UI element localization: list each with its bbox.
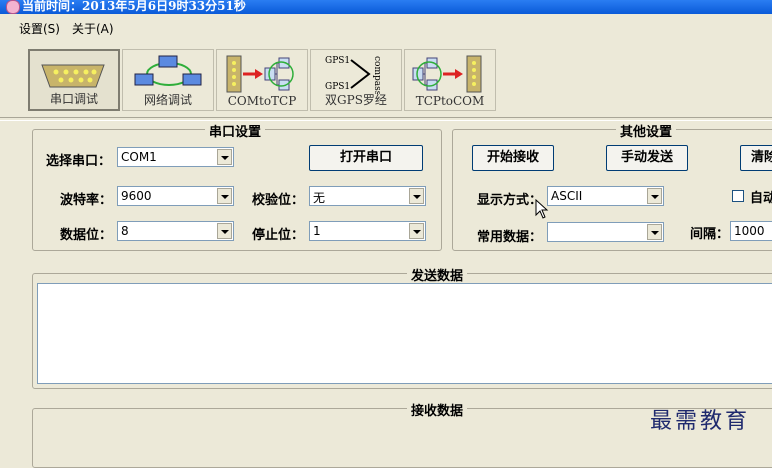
tab-label: TCPtoCOM [415,94,485,108]
tab-label: COMtoTCP [227,94,297,108]
gps1-top-text: GPS1 [325,56,350,66]
chevron-down-icon[interactable] [409,188,424,204]
databits-select[interactable]: 8 [117,221,234,241]
menu-about[interactable]: 关于(A) [72,20,114,37]
tab-label: 串口调试 [49,92,98,106]
databits-value: 8 [121,224,129,238]
stopbits-select[interactable]: 1 [309,221,426,241]
serial-port-icon [41,64,105,88]
display-mode-label: 显示方式： [477,193,543,208]
port-label: 选择串口： [46,154,112,169]
auto-label: 自动 [750,191,772,206]
send-textarea[interactable] [37,283,772,384]
tab-tcp-to-com[interactable]: TCPtoCOM [404,49,496,111]
clear-button[interactable]: 清除 [740,145,772,171]
window-title: 当前时间：2013年5月6日9时33分51秒 [22,0,246,13]
chevron-down-icon[interactable] [217,188,232,204]
parity-value: 无 [313,191,326,205]
display-mode-select[interactable]: ASCII [547,186,664,206]
tab-dual-gps-compass[interactable]: GPS1 GPS1 compass 双GPS罗经 [310,49,402,111]
send-data-title: 发送数据 [407,265,468,284]
chevron-down-icon[interactable] [647,188,662,204]
port-select[interactable]: COM1 [117,147,234,167]
tcp-to-com-icon [412,55,482,93]
interval-value: 1000 [734,224,765,238]
chevron-down-icon[interactable] [217,223,232,239]
manual-send-button[interactable]: 手动发送 [606,145,688,171]
auto-checkbox[interactable] [732,190,744,202]
menu-bar: 设置(S) 关于(A) [0,18,772,40]
receive-data-title: 接收数据 [407,400,468,419]
baud-value: 9600 [121,189,152,203]
tab-label: 双GPS罗经 [325,93,387,107]
baud-label: 波特率： [60,193,113,208]
stopbits-label: 停止位： [252,228,305,243]
chevron-down-icon[interactable] [647,224,662,240]
port-value: COM1 [121,150,157,164]
chevron-down-icon[interactable] [409,223,424,239]
chevron-down-icon[interactable] [217,149,232,165]
menu-settings[interactable]: 设置(S) [19,20,60,37]
parity-label: 校验位： [252,193,305,208]
serial-settings-title: 串口设置 [205,121,266,140]
open-port-button[interactable]: 打开串口 [309,145,423,171]
other-settings-title: 其他设置 [616,121,677,140]
interval-label: 间隔： [690,227,730,242]
tab-network-debug[interactable]: 网络调试 [122,49,214,111]
network-icon [134,55,202,86]
mouse-cursor-icon [535,199,549,219]
tab-serial-debug[interactable]: 串口调试 [28,49,120,111]
app-icon [6,0,20,14]
common-data-label: 常用数据： [477,230,543,245]
databits-label: 数据位： [60,228,113,243]
title-bar: 当前时间：2013年5月6日9时33分51秒 [0,0,772,14]
common-data-select[interactable] [547,222,664,242]
watermark-text: 最需教育 [650,409,751,434]
baud-select[interactable]: 9600 [117,186,234,206]
start-receive-button[interactable]: 开始接收 [472,145,554,171]
gps-compass-icon: GPS1 GPS1 compass [325,56,382,94]
display-mode-value: ASCII [551,189,583,203]
interval-input[interactable]: 1000 [730,221,772,241]
tab-com-to-tcp[interactable]: COMtoTCP [216,49,308,111]
compass-text: compass [372,56,382,94]
stopbits-value: 1 [313,224,321,238]
com-to-tcp-icon [226,55,294,93]
parity-select[interactable]: 无 [309,186,426,206]
tab-label: 网络调试 [143,93,192,107]
